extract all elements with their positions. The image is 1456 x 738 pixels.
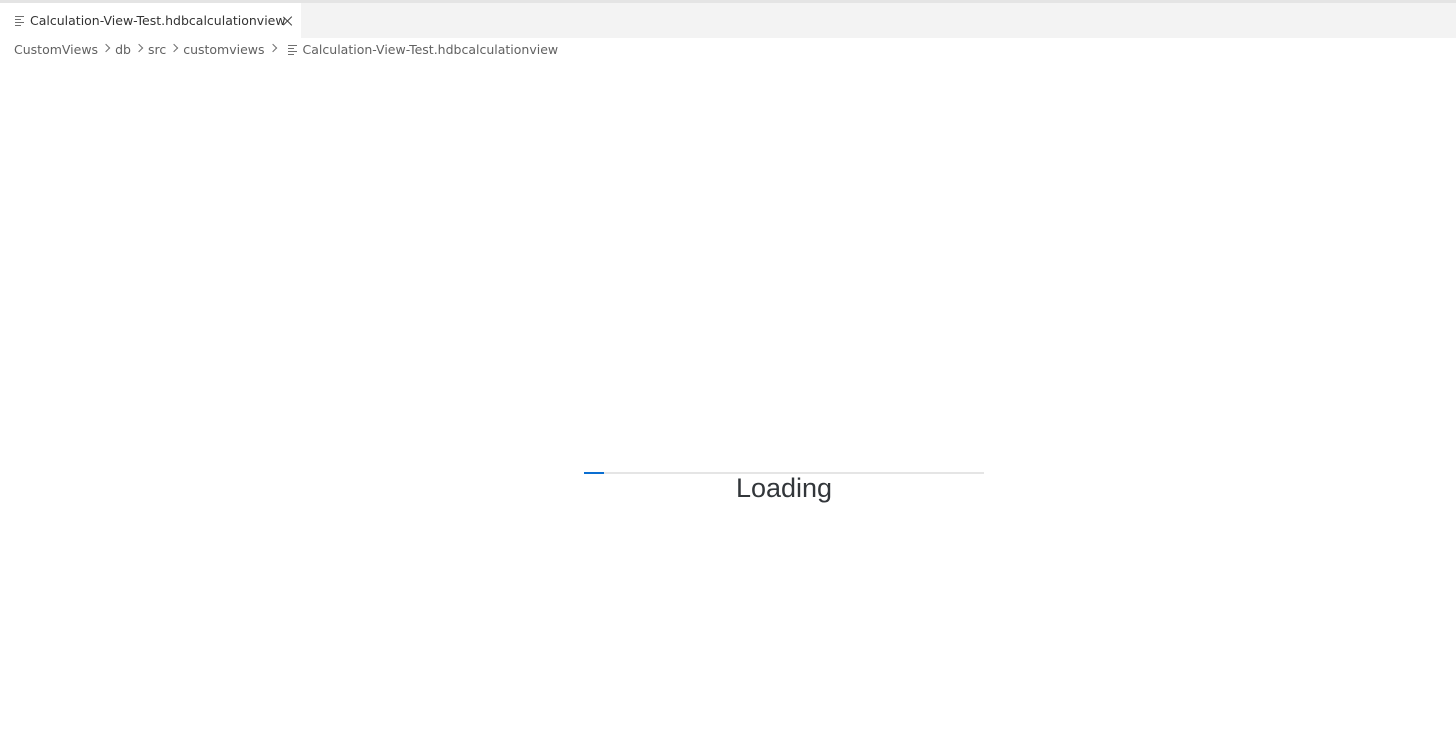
breadcrumb-item-file[interactable]: Calculation-View-Test.hdbcalculationview	[287, 41, 559, 57]
chevron-right-icon	[269, 40, 279, 58]
breadcrumb-item-customviews[interactable]: customviews	[183, 42, 264, 57]
breadcrumb-file-label: Calculation-View-Test.hdbcalculationview	[302, 41, 559, 57]
breadcrumb-item-customviews-project[interactable]: CustomViews	[14, 42, 98, 57]
breadcrumb-item-src[interactable]: src	[148, 42, 166, 57]
tab-title: Calculation-View-Test.hdbcalculationview	[30, 13, 286, 28]
editor-tab-bar: Calculation-View-Test.hdbcalculationview	[0, 3, 1456, 38]
chevron-right-icon	[102, 40, 112, 58]
editor-tab[interactable]: Calculation-View-Test.hdbcalculationview	[0, 3, 301, 38]
loading-label: Loading	[735, 473, 833, 503]
file-lines-icon	[287, 44, 297, 55]
file-lines-icon	[15, 16, 24, 26]
breadcrumb: CustomViews db src customviews Calculati…	[14, 40, 558, 58]
breadcrumb-item-db[interactable]: db	[115, 42, 131, 57]
chevron-right-icon	[135, 40, 145, 58]
close-icon[interactable]	[281, 14, 295, 28]
chevron-right-icon	[170, 40, 180, 58]
